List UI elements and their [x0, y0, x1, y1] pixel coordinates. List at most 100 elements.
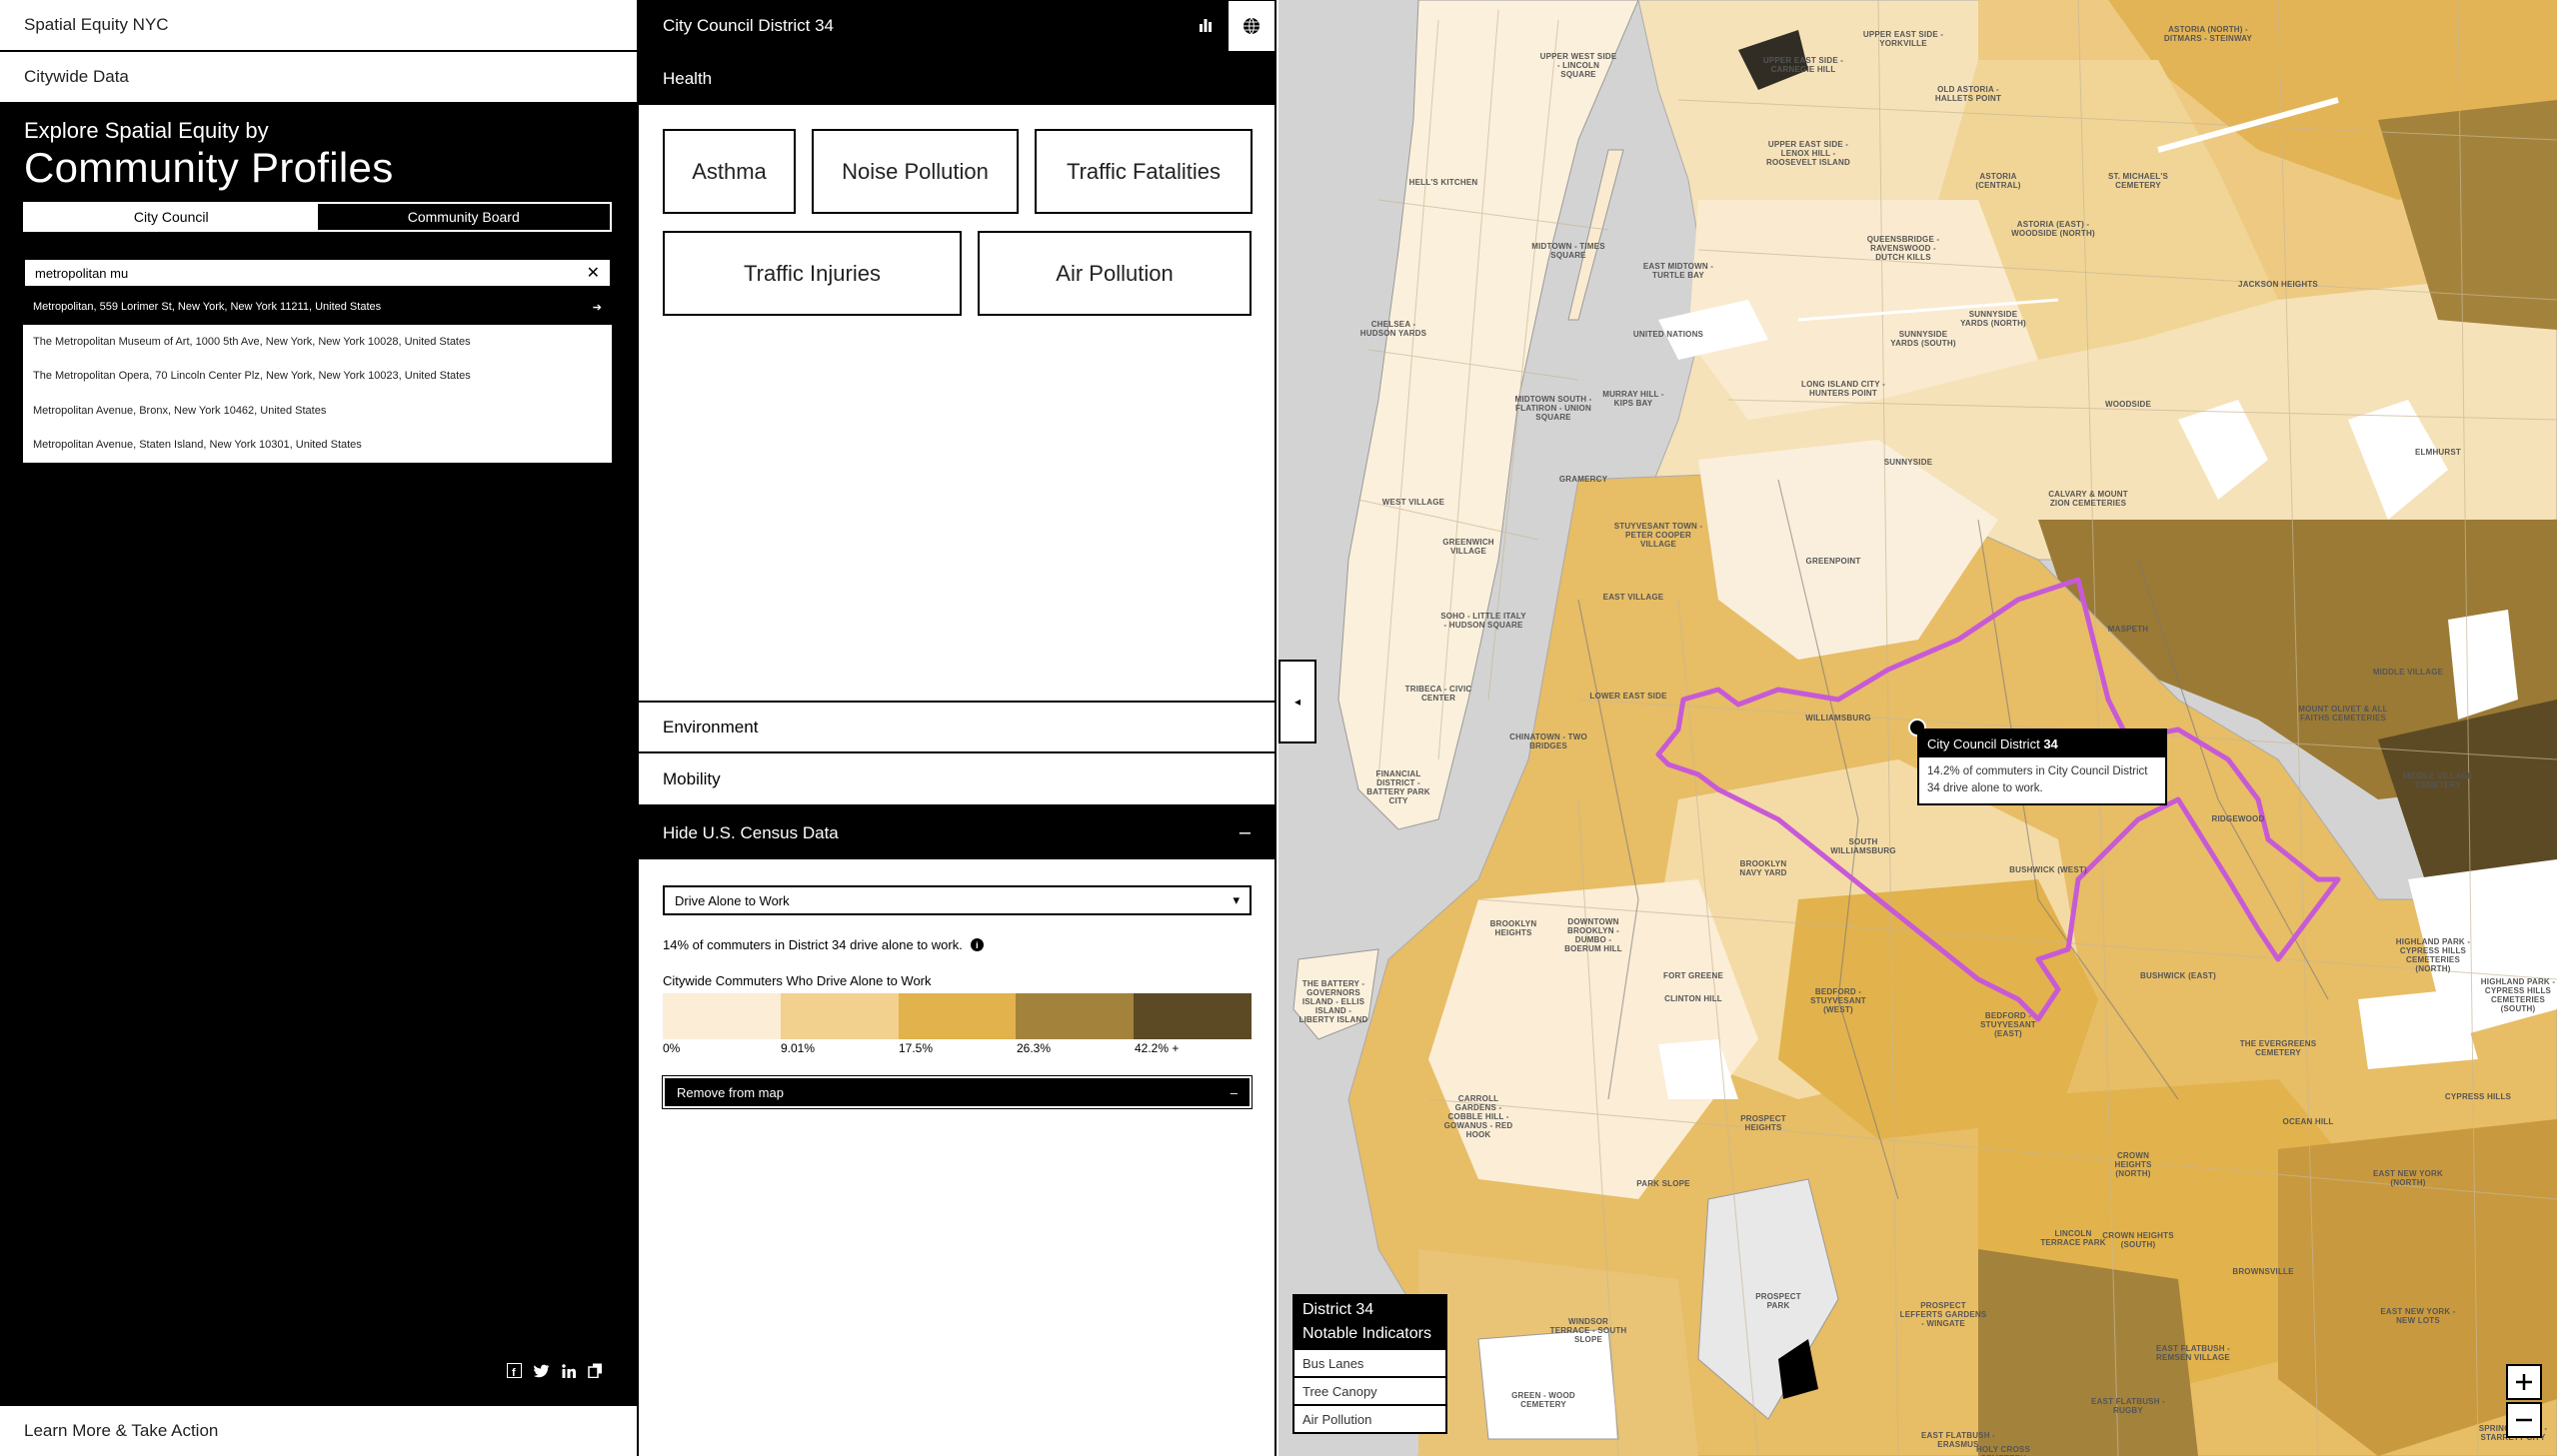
census-label: Hide U.S. Census Data — [663, 822, 839, 842]
tile-noise-pollution[interactable]: Noise Pollution — [812, 129, 1019, 214]
census-stat: 14% of commuters in District 34 drive al… — [663, 937, 984, 952]
tooltip-title-number: 34 — [2043, 736, 2058, 751]
tooltip-body: 14.2% of commuters in City Council Distr… — [1927, 765, 2148, 794]
census-section-header[interactable]: Hide U.S. Census Data – — [639, 806, 1275, 859]
map-label: UNITED NATIONS — [1632, 330, 1704, 339]
map-label: JACKSON HEIGHTS — [2238, 280, 2318, 289]
collapse-panel-button[interactable]: ◂ — [1278, 660, 1316, 743]
tooltip-title-prefix: City Council District — [1927, 736, 2040, 751]
panel-title: City Council District 34 — [663, 16, 834, 35]
map-label: MIDDLE VILLAGE CEMETERY — [2402, 771, 2474, 789]
map-label: SUNNYSIDE YARDS (SOUTH) — [1890, 330, 1956, 348]
map-label: UPPER EAST SIDE - LENOX HILL - ROOSEVELT… — [1766, 140, 1850, 167]
map-label: EAST NEW YORK - NEW LOTS — [2380, 1307, 2456, 1325]
notable-item[interactable]: Bus Lanes — [1294, 1348, 1445, 1376]
notable-item[interactable]: Air Pollution — [1294, 1404, 1445, 1432]
census-stat-text: 14% of commuters in District 34 drive al… — [663, 937, 963, 952]
map-label: CHELSEA - HUDSON YARDS — [1359, 320, 1427, 338]
map-label: PROSPECT PARK — [1755, 1292, 1801, 1310]
map-label: THE BATTERY - GOVERNORS ISLAND - ELLIS I… — [1298, 979, 1368, 1024]
tile-air-pollution[interactable]: Air Pollution — [978, 231, 1252, 316]
map-label: OCEAN HILL — [2282, 1117, 2334, 1126]
map-label: DOWNTOWN BROOKLYN - DUMBO - BOERUM HILL — [1564, 917, 1622, 953]
environment-section-header[interactable]: Environment — [639, 701, 1275, 753]
map-label: CROWN HEIGHTS (NORTH) — [2114, 1151, 2152, 1178]
environment-label: Environment — [663, 717, 759, 736]
tile-traffic-injuries[interactable]: Traffic Injuries — [663, 231, 962, 316]
search-result[interactable]: Metropolitan, 559 Lorimer St, New York, … — [23, 290, 612, 325]
notable-item[interactable]: Tree Canopy — [1294, 1376, 1445, 1404]
legend-ticks: 0% 9.01% 17.5% 26.3% 42.2% + — [663, 1041, 1252, 1057]
map-label: BROOKLYN HEIGHTS — [1489, 919, 1537, 937]
info-icon[interactable]: i — [970, 938, 984, 951]
twitter-icon[interactable] — [533, 1362, 550, 1379]
search-input[interactable] — [35, 265, 587, 281]
legend-swatch — [1134, 993, 1252, 1039]
map-label: PROSPECT HEIGHTS — [1740, 1114, 1786, 1132]
map-label: MIDDLE VILLAGE — [2372, 668, 2444, 677]
linkedin-icon[interactable] — [560, 1362, 577, 1379]
learn-more-link[interactable]: Learn More & Take Action — [0, 1404, 637, 1456]
zoom-in-button[interactable] — [2506, 1364, 2542, 1400]
map-label: SUNNYSIDE YARDS (NORTH) — [1960, 310, 2026, 328]
map-label: EAST FLATBUSH - REMSEN VILLAGE — [2156, 1344, 2230, 1362]
notable-header: District 34 Notable Indicators — [1294, 1296, 1445, 1348]
search-result[interactable]: The Metropolitan Opera, 70 Lincoln Cente… — [23, 359, 612, 394]
zoom-controls — [2506, 1364, 2542, 1440]
toggle-community-board[interactable]: Community Board — [317, 204, 610, 230]
map-label: CHINATOWN - TWO BRIDGES — [1509, 732, 1587, 750]
copy-link-icon[interactable] — [587, 1362, 604, 1379]
learn-more-label: Learn More & Take Action — [24, 1421, 219, 1440]
map-label: EAST NEW YORK (NORTH) — [2372, 1169, 2443, 1187]
remove-from-map-button[interactable]: Remove from map – — [662, 1075, 1253, 1109]
census-metric-select[interactable]: Drive Alone to Work ▾ — [663, 885, 1252, 915]
search-result[interactable]: Metropolitan Avenue, Staten Island, New … — [23, 428, 612, 463]
close-icon[interactable]: ✕ — [587, 263, 600, 283]
map-label: MURRAY HILL - KIPS BAY — [1602, 390, 1664, 408]
district-tooltip: City Council District 34 14.2% of commut… — [1917, 728, 2167, 805]
map-label: HIGHLAND PARK - CYPRESS HILLS CEMETERIES… — [2480, 977, 2556, 1013]
legend-tick: 9.01% — [781, 1041, 816, 1055]
brand-link[interactable]: Spatial Equity NYC — [0, 0, 637, 52]
health-label: Health — [663, 68, 713, 88]
health-tiles-row-2: Traffic Injuries Air Pollution — [663, 231, 1252, 316]
explore-heading: Explore Spatial Equity by Community Prof… — [24, 118, 394, 192]
map-label: WEST VILLAGE — [1381, 498, 1445, 507]
map-label: SOUTH WILLIAMSBURG — [1830, 837, 1896, 855]
chevron-left-icon: ◂ — [1293, 695, 1301, 709]
map-label: MIDTOWN - TIMES SQUARE — [1531, 242, 1605, 260]
geography-toggle: City Council Community Board — [23, 202, 612, 232]
legend-swatch — [898, 993, 1017, 1039]
toggle-city-council[interactable]: City Council — [25, 204, 318, 230]
legend-tick: 17.5% — [899, 1041, 934, 1055]
map-label: EAST FLATBUSH - RUGBY — [2091, 1397, 2165, 1415]
tooltip-title: City Council District 34 — [1919, 730, 2165, 757]
map-label: HOLY CROSS CEMETERY — [1975, 1445, 2030, 1456]
citywide-data-link[interactable]: Citywide Data — [0, 52, 637, 104]
tile-asthma[interactable]: Asthma — [663, 129, 796, 214]
search-result-label: Metropolitan Avenue, Staten Island, New … — [33, 439, 362, 452]
health-section-header[interactable]: Health — [639, 52, 1275, 105]
map-label: GREENPOINT — [1805, 557, 1861, 566]
map-label: BEDFORD - STUYVESANT (EAST) — [1980, 1011, 2036, 1038]
search-result[interactable]: Metropolitan Avenue, Bronx, New York 104… — [23, 394, 612, 429]
facebook-icon[interactable]: f — [506, 1362, 523, 1379]
map-label: EAST VILLAGE — [1602, 593, 1664, 602]
map-label: CROWN HEIGHTS (SOUTH) — [2102, 1231, 2174, 1249]
explore-subtitle: Explore Spatial Equity by — [24, 118, 269, 143]
tile-traffic-fatalities[interactable]: Traffic Fatalities — [1035, 129, 1253, 214]
arrow-right-icon: ➔ — [592, 301, 602, 314]
search-result-label: Metropolitan, 559 Lorimer St, New York, … — [33, 301, 382, 314]
map-label: LOWER EAST SIDE — [1589, 692, 1667, 701]
zoom-out-button[interactable] — [2506, 1402, 2542, 1438]
map-label: WINDSOR TERRACE - SOUTH SLOPE — [1549, 1317, 1627, 1344]
panel-header: City Council District 34 — [639, 0, 1275, 52]
search-result[interactable]: The Metropolitan Museum of Art, 1000 5th… — [23, 325, 612, 360]
map-label: PROSPECT LEFFERTS GARDENS - WINGATE — [1899, 1301, 1987, 1328]
bar-chart-icon[interactable] — [1183, 0, 1229, 50]
chevron-down-icon: ▾ — [1233, 892, 1240, 907]
census-metric-value: Drive Alone to Work — [675, 892, 790, 908]
mobility-section-header[interactable]: Mobility — [639, 753, 1275, 806]
globe-icon[interactable] — [1229, 1, 1275, 51]
minus-icon: – — [1230, 1084, 1238, 1100]
